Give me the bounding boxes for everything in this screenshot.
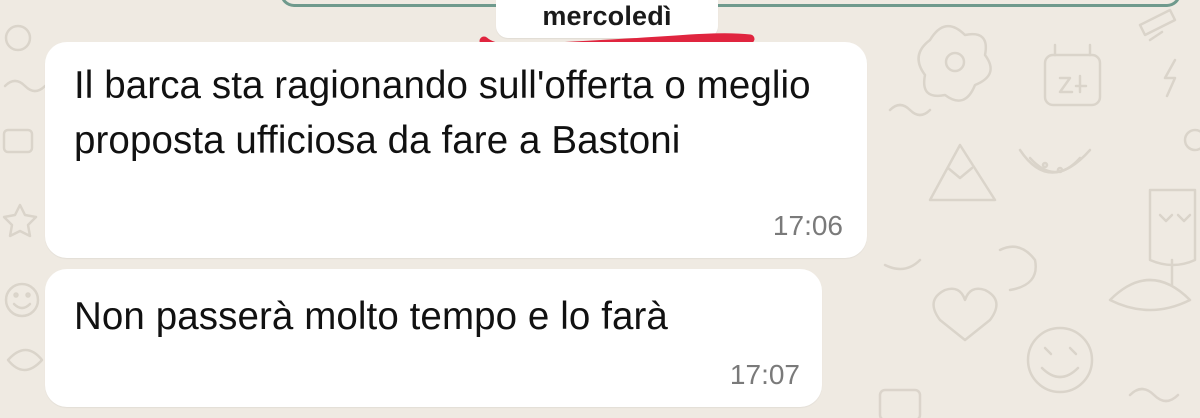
doodle-wave-icon-2	[1128, 387, 1180, 403]
doodle-emoji-icon	[1026, 326, 1094, 394]
doodle-pencil-icon	[1138, 8, 1177, 37]
doodle-popsicle-icon	[1148, 188, 1197, 267]
doodle-mountain-icon	[928, 143, 997, 202]
message-text: Non passerà molto tempo e lo farà	[74, 295, 668, 338]
doodle-note-icon	[878, 388, 922, 418]
header-edge-bar	[280, 0, 1181, 7]
doodle-wave-icon	[888, 103, 932, 117]
doodle-box-icon	[2, 128, 34, 154]
doodle-star-icon	[2, 203, 38, 238]
message-text: Il barca sta ragionando sull'offerta o m…	[74, 64, 811, 162]
message-bubble[interactable]: Non passerà molto tempo e lo farà 17:07	[45, 269, 822, 407]
doodle-squiggle-icon	[3, 79, 47, 93]
doodle-calendar-icon	[1043, 53, 1102, 107]
message-timestamp: 17:06	[772, 210, 843, 241]
doodle-heart-icon	[932, 287, 998, 342]
doodle-watermelon-icon	[1018, 148, 1092, 174]
doodle-shell-icon	[1108, 278, 1192, 312]
doodle-lightning-icon	[1163, 58, 1177, 98]
message-bubble[interactable]: Il barca sta ragionando sull'offerta o m…	[45, 42, 867, 258]
message-timestamp: 17:07	[729, 359, 800, 390]
doodle-leaf-icon	[6, 348, 44, 372]
doodle-flower-icon	[917, 25, 992, 102]
doodle-chili-icon	[998, 245, 1037, 292]
doodle-smile-icon	[4, 282, 40, 318]
doodle-circle-icon	[4, 24, 32, 52]
